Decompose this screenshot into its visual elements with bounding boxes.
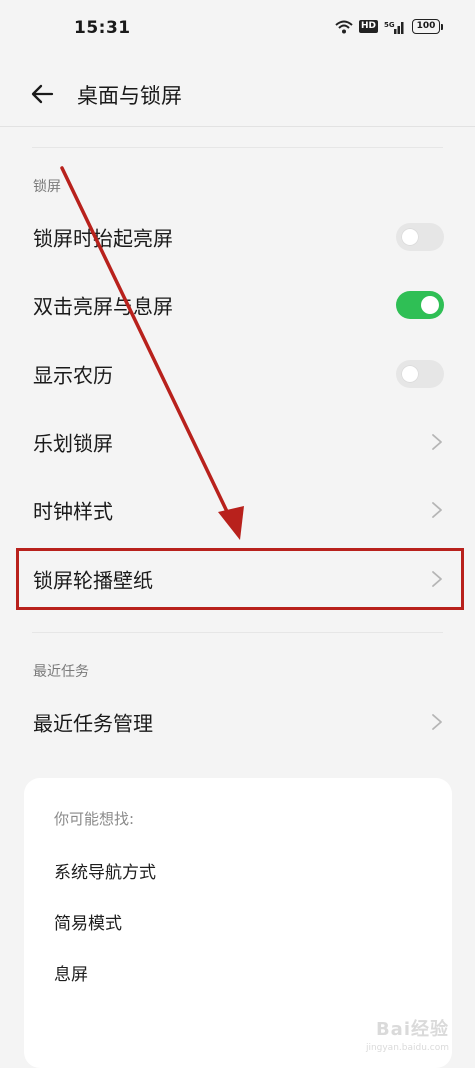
section-label-lock: 锁屏: [33, 179, 61, 195]
section-label-recent: 最近任务: [33, 664, 89, 680]
status-bar: 15:31 HD 5G 100: [0, 0, 475, 60]
svg-text:5G: 5G: [384, 21, 395, 29]
suggestions-title: 你可能想找:: [54, 810, 135, 828]
suggestion-item[interactable]: 简易模式: [54, 909, 122, 934]
row-clock-style[interactable]: 时钟样式: [0, 476, 475, 544]
section-divider: [32, 632, 443, 633]
row-label: 乐划锁屏: [33, 431, 113, 456]
highlight-box: [16, 548, 464, 610]
row-label: 锁屏时抬起亮屏: [33, 226, 173, 251]
row-lunar-calendar[interactable]: 显示农历: [0, 340, 475, 408]
watermark-sub: jingyan.baidu.com: [365, 1043, 449, 1053]
battery-level: 100: [412, 19, 440, 34]
row-raise-to-wake[interactable]: 锁屏时抬起亮屏: [0, 203, 475, 271]
lunar-calendar-toggle[interactable]: [396, 360, 444, 388]
row-double-tap[interactable]: 双击亮屏与息屏: [0, 271, 475, 339]
row-lehua-lockscreen[interactable]: 乐划锁屏: [0, 408, 475, 476]
section-divider: [32, 147, 443, 148]
header-divider: [0, 126, 475, 127]
row-label: 最近任务管理: [33, 711, 153, 736]
status-icons: HD 5G 100: [335, 19, 443, 34]
battery-icon: 100: [412, 19, 443, 34]
row-label: 双击亮屏与息屏: [33, 294, 173, 319]
row-label: 时钟样式: [33, 499, 113, 524]
chevron-right-icon: [432, 714, 442, 730]
signal-icon: 5G: [384, 21, 404, 34]
wifi-icon: [335, 20, 353, 33]
header: 桌面与锁屏: [0, 62, 475, 126]
watermark: Bai经验: [375, 1019, 449, 1040]
chevron-right-icon: [432, 434, 442, 450]
double-tap-toggle[interactable]: [396, 291, 444, 319]
hd-badge: HD: [358, 20, 378, 33]
status-time: 15:31: [74, 18, 131, 38]
row-recent-task-manager[interactable]: 最近任务管理: [0, 688, 475, 756]
suggestion-item[interactable]: 息屏: [54, 960, 88, 985]
raise-to-wake-toggle[interactable]: [396, 223, 444, 251]
chevron-right-icon: [432, 502, 442, 518]
page-title: 桌面与锁屏: [77, 84, 182, 108]
row-label: 显示农历: [33, 363, 113, 388]
suggestion-item[interactable]: 系统导航方式: [54, 858, 156, 883]
arrow-left-icon[interactable]: [28, 80, 56, 108]
